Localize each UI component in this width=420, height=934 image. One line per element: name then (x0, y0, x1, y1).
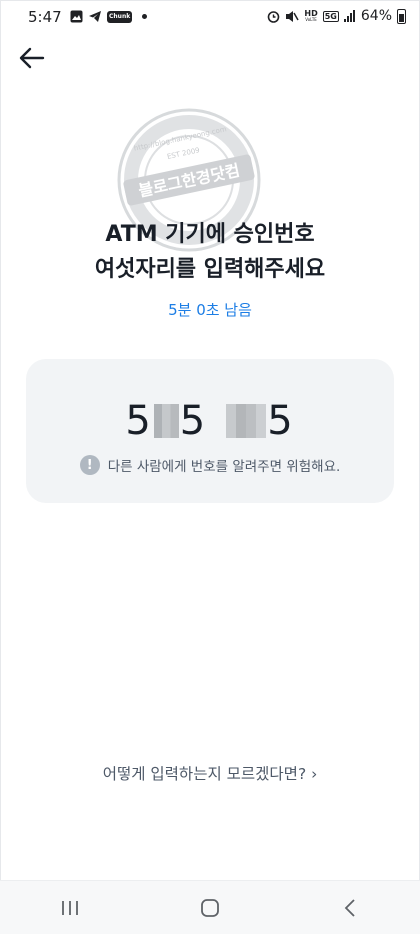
notification-dot (142, 14, 148, 19)
signal-icon (343, 10, 355, 22)
battery-percent: 64% (360, 8, 392, 24)
title-line-1: ATM 기기에 승인번호 (105, 222, 315, 247)
5g-icon: 5G (322, 10, 339, 22)
approval-code: 555 (26, 399, 394, 441)
home-button[interactable] (185, 888, 235, 928)
status-bar: 5:47 Chunk HD VoLTE 5G 64% (0, 0, 420, 34)
status-left-icons: Chunk (70, 10, 148, 23)
status-right-icons: HD VoLTE 5G 64% (267, 8, 406, 24)
recent-apps-icon (62, 900, 78, 915)
telegram-icon (89, 11, 101, 22)
masked-digit (153, 404, 179, 438)
arrow-left-icon (19, 47, 45, 69)
app-badge-icon: Chunk (107, 10, 133, 23)
recent-apps-button[interactable] (45, 888, 95, 928)
status-time: 5:47 (28, 8, 62, 26)
system-nav-bar (0, 880, 420, 934)
code-digit: 5 (125, 398, 153, 444)
title-line-2: 여섯자리를 입력해주세요 (94, 257, 326, 282)
warning-icon: ! (79, 455, 100, 475)
code-digit: 5 (179, 398, 208, 444)
nav-back-button[interactable] (325, 888, 375, 928)
alarm-icon (268, 10, 280, 23)
back-nav-icon (344, 898, 355, 917)
countdown-timer: 5분 0초 남음 (168, 301, 252, 319)
warning-text: 다른 사람에게 번호를 알려주면 위험해요. (107, 459, 341, 475)
watermark-text: 블로그한경닷컴 (137, 160, 242, 200)
mute-icon (286, 10, 300, 22)
hd-voice-icon: HD VoLTE (304, 9, 318, 23)
code-digit: 5 (267, 398, 295, 444)
help-link[interactable]: 어떻게 입력하는지 모르겠다면? › (0, 762, 420, 784)
security-warning: ! 다른 사람에게 번호를 알려주면 위험해요. (26, 455, 394, 475)
approval-code-card: 555 ! 다른 사람에게 번호를 알려주면 위험해요. (26, 359, 394, 503)
page-title: ATM 기기에 승인번호 여섯자리를 입력해주세요 (0, 217, 420, 287)
home-icon (201, 898, 219, 917)
masked-digits (226, 404, 267, 438)
watermark-est: EST 2009 (166, 146, 200, 161)
gallery-icon (70, 10, 83, 23)
battery-icon (397, 8, 406, 24)
back-button[interactable] (14, 40, 50, 76)
